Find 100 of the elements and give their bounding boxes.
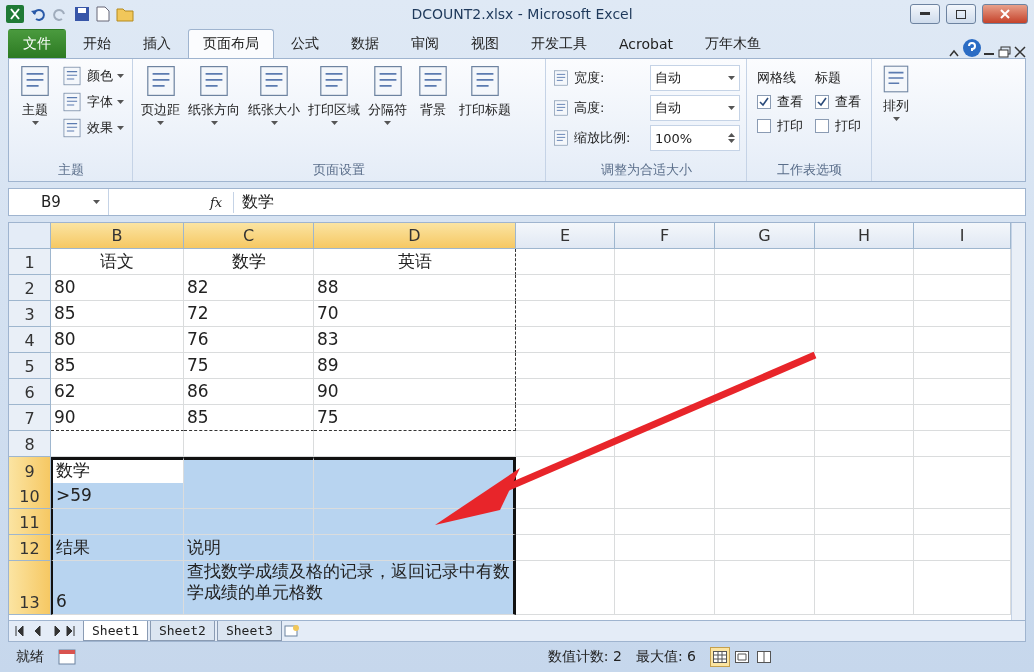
row-header[interactable]: 7 — [9, 405, 51, 431]
checkbox[interactable] — [815, 95, 829, 109]
save-icon[interactable] — [74, 6, 90, 22]
option-heading: 网格线 — [757, 69, 797, 87]
cell-text: 72 — [187, 302, 209, 324]
collapse-ribbon-icon[interactable] — [948, 48, 960, 58]
ribbon-tab[interactable]: 公式 — [276, 29, 334, 58]
caret-icon — [384, 121, 391, 125]
sheet-tab[interactable]: Sheet2 — [149, 621, 215, 641]
row-header[interactable]: 5 — [9, 353, 51, 379]
view-icon — [757, 651, 771, 663]
column-header[interactable]: G — [715, 223, 815, 249]
cell-text: 80 — [54, 328, 76, 350]
ribbon-tab[interactable]: 开始 — [68, 29, 126, 58]
caret-icon — [892, 117, 900, 121]
help-icon[interactable] — [962, 38, 982, 58]
view-icon — [713, 651, 727, 663]
size-dropdown[interactable]: 自动 — [650, 65, 740, 91]
ribbon-tab[interactable]: 开发工具 — [516, 29, 602, 58]
ribbon-tab[interactable]: 插入 — [128, 29, 186, 58]
ribbon-tab[interactable]: 视图 — [456, 29, 514, 58]
formula-input[interactable]: 数学 — [233, 191, 274, 213]
cell-text: 90 — [317, 380, 339, 402]
sheet-navigation-icon[interactable] — [15, 626, 75, 636]
page-setup-button[interactable]: 打印标题 — [457, 63, 513, 159]
checkbox[interactable] — [757, 119, 771, 133]
cell-text: 查找数学成绩及格的记录，返回记录中有数学成绩的单元格数 — [187, 561, 510, 604]
cell-text: 数学 — [56, 460, 90, 482]
close-icon[interactable] — [1014, 46, 1026, 58]
column-header[interactable]: H — [815, 223, 914, 249]
page-setup-button[interactable]: 背景 — [413, 63, 453, 159]
insert-function-button[interactable]: fx — [199, 194, 233, 210]
undo-icon[interactable] — [30, 6, 46, 22]
row-header[interactable]: 4 — [9, 327, 51, 353]
checkbox-label: 打印 — [835, 117, 861, 135]
checkbox[interactable] — [757, 95, 771, 109]
row-header[interactable]: 10 — [9, 483, 51, 509]
status-summary: 数值计数: 2 — [547, 648, 622, 666]
row-header[interactable]: 3 — [9, 301, 51, 327]
cell-text: 82 — [187, 276, 209, 298]
theme-option-button[interactable]: 效果 — [59, 115, 126, 141]
caret-icon — [330, 121, 338, 125]
column-header[interactable]: B — [51, 223, 184, 249]
new-document-icon[interactable] — [96, 6, 110, 22]
maximize-button[interactable] — [946, 4, 976, 24]
ribbon-tab[interactable]: 数据 — [336, 29, 394, 58]
row-header[interactable]: 12 — [9, 535, 51, 561]
name-box[interactable]: B9 — [9, 189, 109, 215]
page-setup-button[interactable]: 纸张大小 — [246, 63, 302, 159]
caret-icon — [117, 74, 124, 78]
ribbon-tab[interactable]: 万年木鱼 — [690, 29, 776, 58]
arrange-button[interactable]: 排列 — [878, 63, 914, 121]
scale-spinner[interactable]: 100% — [650, 125, 740, 151]
row-header[interactable]: 6 — [9, 379, 51, 405]
column-header[interactable]: F — [615, 223, 715, 249]
row-header[interactable]: 13 — [9, 561, 51, 615]
view-mode-button[interactable] — [710, 647, 730, 667]
group-label: 页面设置 — [312, 161, 366, 179]
row-header[interactable]: 11 — [9, 509, 51, 535]
excel-logo-icon — [6, 5, 24, 23]
cell-text: 76 — [187, 328, 209, 350]
theme-option-button[interactable]: 字体 — [59, 89, 126, 115]
field-label: 高度: — [574, 99, 606, 117]
row-header[interactable]: 1 — [9, 249, 51, 275]
page-setup-button[interactable]: 页边距 — [139, 63, 182, 159]
column-header[interactable]: D — [314, 223, 516, 249]
sheet-tab[interactable]: Sheet1 — [83, 621, 148, 641]
ribbon-tab[interactable]: 文件 — [8, 29, 66, 58]
row-header[interactable]: 8 — [9, 431, 51, 457]
page-setup-button[interactable]: 打印区域 — [306, 63, 362, 159]
sheet-tab[interactable]: Sheet3 — [216, 621, 282, 641]
column-header[interactable]: C — [184, 223, 314, 249]
field-label: 缩放比例: — [574, 129, 632, 147]
page-setup-button[interactable]: 纸张方向 — [186, 63, 242, 159]
vertical-scrollbar[interactable] — [1011, 223, 1025, 620]
minimize-button[interactable] — [910, 4, 940, 24]
caret-icon — [93, 200, 100, 204]
ribbon-tab[interactable]: 审阅 — [396, 29, 454, 58]
row-header[interactable]: 2 — [9, 275, 51, 301]
column-header[interactable]: E — [516, 223, 615, 249]
group-label: 主题 — [56, 161, 85, 179]
cell-text: 75 — [317, 406, 339, 428]
cell-text: 语文 — [100, 250, 134, 272]
themes-button[interactable]: 主题 — [15, 63, 55, 159]
close-button[interactable] — [982, 4, 1028, 24]
column-header[interactable]: I — [914, 223, 1011, 249]
row-header[interactable]: 9 — [9, 457, 51, 485]
caret-icon — [728, 106, 735, 110]
ribbon-tab[interactable]: 页面布局 — [188, 29, 274, 58]
spinner-arrows-icon[interactable] — [728, 132, 735, 144]
page-setup-button[interactable]: 分隔符 — [366, 63, 409, 159]
cell-text: 90 — [54, 406, 76, 428]
restore-icon[interactable] — [998, 46, 1012, 58]
ribbon-tab[interactable]: Acrobat — [604, 29, 688, 58]
theme-option-button[interactable]: 颜色 — [59, 63, 126, 89]
checkbox[interactable] — [815, 119, 829, 133]
size-dropdown[interactable]: 自动 — [650, 95, 740, 121]
cell-text: 结果 — [56, 536, 90, 558]
view-icon — [735, 651, 749, 663]
status-mode: 就绪 — [16, 648, 44, 666]
